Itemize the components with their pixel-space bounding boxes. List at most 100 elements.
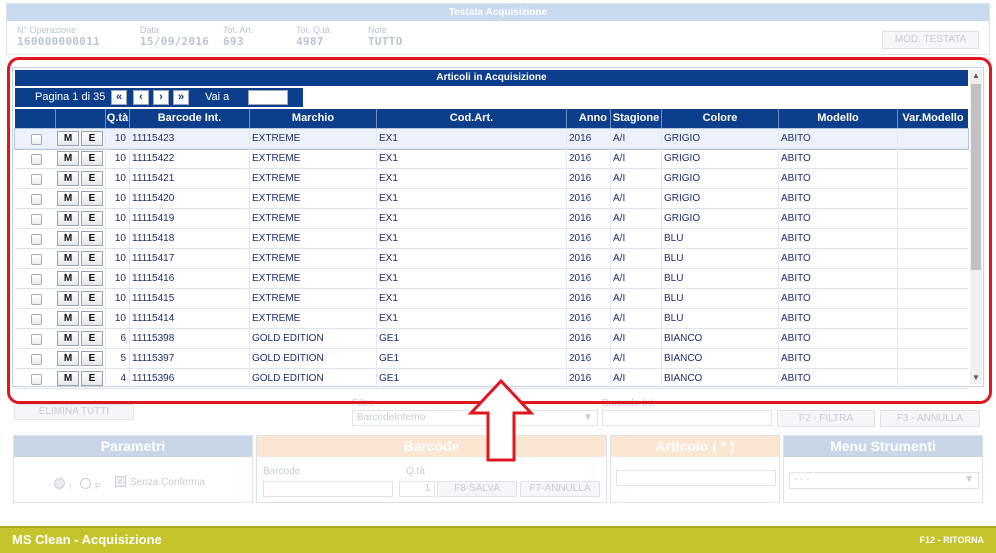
table-row[interactable]: M E 10 11115423 EXTREME EX1 2016 A/I GRIGIO ABITO xyxy=(14,128,969,150)
edit-row-button[interactable]: E xyxy=(81,171,103,186)
scroll-down-icon[interactable]: ▼ xyxy=(970,372,982,384)
annulla-button[interactable]: F7-ANNULLA xyxy=(520,481,600,497)
radio-p[interactable] xyxy=(80,478,91,489)
col-modello[interactable]: Modello xyxy=(778,109,897,128)
barcode-filter-input[interactable] xyxy=(602,410,772,426)
modify-row-button[interactable]: M xyxy=(57,351,79,366)
filtra-button[interactable]: F2 - FILTRA xyxy=(777,410,875,427)
mod-testata-button[interactable]: MOD. TESTATA xyxy=(882,31,979,49)
modify-row-button[interactable]: M xyxy=(57,311,79,326)
row-checkbox[interactable] xyxy=(31,214,42,225)
table-row[interactable]: M E 10 11115415 EXTREME EX1 2016 A/I BLU ABITO xyxy=(15,289,968,309)
modify-row-button[interactable]: M xyxy=(57,251,79,266)
cell-modello: ABITO xyxy=(778,149,897,169)
modify-row-button[interactable]: M xyxy=(57,171,79,186)
table-row[interactable]: M E 10 11115419 EXTREME EX1 2016 A/I GRIGIO ABITO xyxy=(15,209,968,229)
table-row[interactable]: M E 10 11115414 EXTREME EX1 2016 A/I BLU ABITO xyxy=(15,309,968,329)
row-checkbox[interactable] xyxy=(31,174,42,185)
goto-page-input[interactable] xyxy=(248,90,288,105)
cell-stagione: A/I xyxy=(610,129,661,149)
row-checkbox[interactable] xyxy=(31,274,42,285)
row-checkbox[interactable] xyxy=(31,374,42,385)
row-checkbox[interactable] xyxy=(31,154,42,165)
senza-conferma-checkbox[interactable]: ✓ xyxy=(115,476,126,487)
row-checkbox[interactable] xyxy=(31,194,42,205)
edit-row-button[interactable]: E xyxy=(81,131,103,146)
col-qta[interactable]: Q.tà xyxy=(105,109,129,128)
row-checkbox[interactable] xyxy=(31,314,42,325)
radio-i[interactable] xyxy=(54,478,65,489)
col-anno[interactable]: Anno xyxy=(566,109,610,128)
modify-row-button[interactable]: M xyxy=(57,131,79,146)
edit-row-button[interactable]: E xyxy=(81,231,103,246)
last-page-button[interactable]: » xyxy=(173,90,189,105)
edit-row-button[interactable]: E xyxy=(81,211,103,226)
scroll-thumb[interactable] xyxy=(971,84,981,270)
annulla-filter-button[interactable]: F3 - ANNULLA xyxy=(880,410,980,427)
menu-strumenti-select[interactable]: - - - ▼ xyxy=(789,472,979,489)
row-checkbox[interactable] xyxy=(31,234,42,245)
row-checkbox[interactable] xyxy=(31,134,42,145)
elimina-tutti-button[interactable]: ELIMINA TUTTI xyxy=(14,404,134,420)
col-colore[interactable]: Colore xyxy=(661,109,778,128)
cell-qta: 10 xyxy=(105,189,129,209)
col-var-modello[interactable]: Var.Modello xyxy=(897,109,968,128)
row-checkbox[interactable] xyxy=(31,334,42,345)
col-marchio[interactable]: Marchio xyxy=(249,109,376,128)
col-stagione[interactable]: Stagione xyxy=(610,109,661,128)
scroll-up-icon[interactable]: ▲ xyxy=(970,70,982,82)
edit-row-button[interactable]: E xyxy=(81,151,103,166)
cell-anno: 2016 xyxy=(566,369,610,389)
edit-row-button[interactable]: E xyxy=(81,271,103,286)
table-row[interactable]: M E 10 11115417 EXTREME EX1 2016 A/I BLU ABITO xyxy=(15,249,968,269)
first-page-button[interactable]: « xyxy=(111,90,127,105)
modify-row-button[interactable]: M xyxy=(57,291,79,306)
row-checkbox[interactable] xyxy=(31,354,42,365)
col-codart[interactable]: Cod.Art. xyxy=(376,109,566,128)
qta-input[interactable]: 1 xyxy=(399,481,435,497)
grid-scrollbar[interactable]: ▲ ▼ xyxy=(970,70,982,384)
cell-marchio: EXTREME xyxy=(249,169,376,189)
edit-row-button[interactable]: E xyxy=(81,291,103,306)
table-row[interactable]: M E 6 11115398 GOLD EDITION GE1 2016 A/I BIANCO A… xyxy=(15,329,968,349)
table-row[interactable]: M E 10 11115422 EXTREME EX1 2016 A/I GRIGIO ABITO xyxy=(15,149,968,169)
table-row[interactable]: M E 10 11115416 EXTREME EX1 2016 A/I BLU ABITO xyxy=(15,269,968,289)
cell-qta: 10 xyxy=(105,209,129,229)
next-page-button[interactable]: › xyxy=(153,90,169,105)
modify-row-button[interactable]: M xyxy=(57,271,79,286)
table-row[interactable]: M E 10 11115418 EXTREME EX1 2016 A/I BLU ABITO xyxy=(15,229,968,249)
row-checkbox[interactable] xyxy=(31,254,42,265)
edit-row-button[interactable]: E xyxy=(81,351,103,366)
edit-row-button[interactable]: E xyxy=(81,191,103,206)
modify-row-button[interactable]: M xyxy=(57,371,79,386)
modify-row-button[interactable]: M xyxy=(57,331,79,346)
modify-row-button[interactable]: M xyxy=(57,211,79,226)
edit-row-button[interactable]: E xyxy=(81,331,103,346)
row-checkbox[interactable] xyxy=(31,294,42,305)
modify-row-button[interactable]: M xyxy=(57,231,79,246)
col-barcode[interactable]: Barcode Int. xyxy=(129,109,249,128)
cell-codart: EX1 xyxy=(376,189,566,209)
table-row[interactable]: M E 10 11115420 EXTREME EX1 2016 A/I GRIGIO ABITO xyxy=(15,189,968,209)
cell-marchio: EXTREME xyxy=(249,289,376,309)
edit-row-button[interactable]: E xyxy=(81,371,103,386)
header-title: Testata Acquisizione xyxy=(7,4,989,21)
articolo-input[interactable] xyxy=(616,470,776,486)
modify-row-button[interactable]: M xyxy=(57,191,79,206)
table-row[interactable]: M E 5 11115397 GOLD EDITION GE1 2016 A/I BIANCO A… xyxy=(15,349,968,369)
cell-anno: 2016 xyxy=(566,229,610,249)
salva-button[interactable]: F8-SALVA xyxy=(437,481,517,497)
barcode-section: Barcode Barcode Q.tà 1 F8-SALVA F7-ANNUL… xyxy=(256,435,607,503)
ritorna-button[interactable]: F12 - RITORNA xyxy=(920,535,984,545)
barcode-input[interactable] xyxy=(263,481,393,497)
edit-row-button[interactable]: E xyxy=(81,311,103,326)
modify-row-button[interactable]: M xyxy=(57,151,79,166)
prev-page-button[interactable]: ‹ xyxy=(133,90,149,105)
cell-codart: EX1 xyxy=(376,169,566,189)
table-row[interactable]: M E 10 11115421 EXTREME EX1 2016 A/I GRIGIO ABITO xyxy=(15,169,968,189)
edit-row-button[interactable]: E xyxy=(81,251,103,266)
field-tot-qta: Tot. Q.tà 4987 xyxy=(296,25,331,48)
senza-conferma-label: Senza Conferma xyxy=(130,477,206,488)
cell-var-modello xyxy=(897,269,968,289)
cell-anno: 2016 xyxy=(566,349,610,369)
